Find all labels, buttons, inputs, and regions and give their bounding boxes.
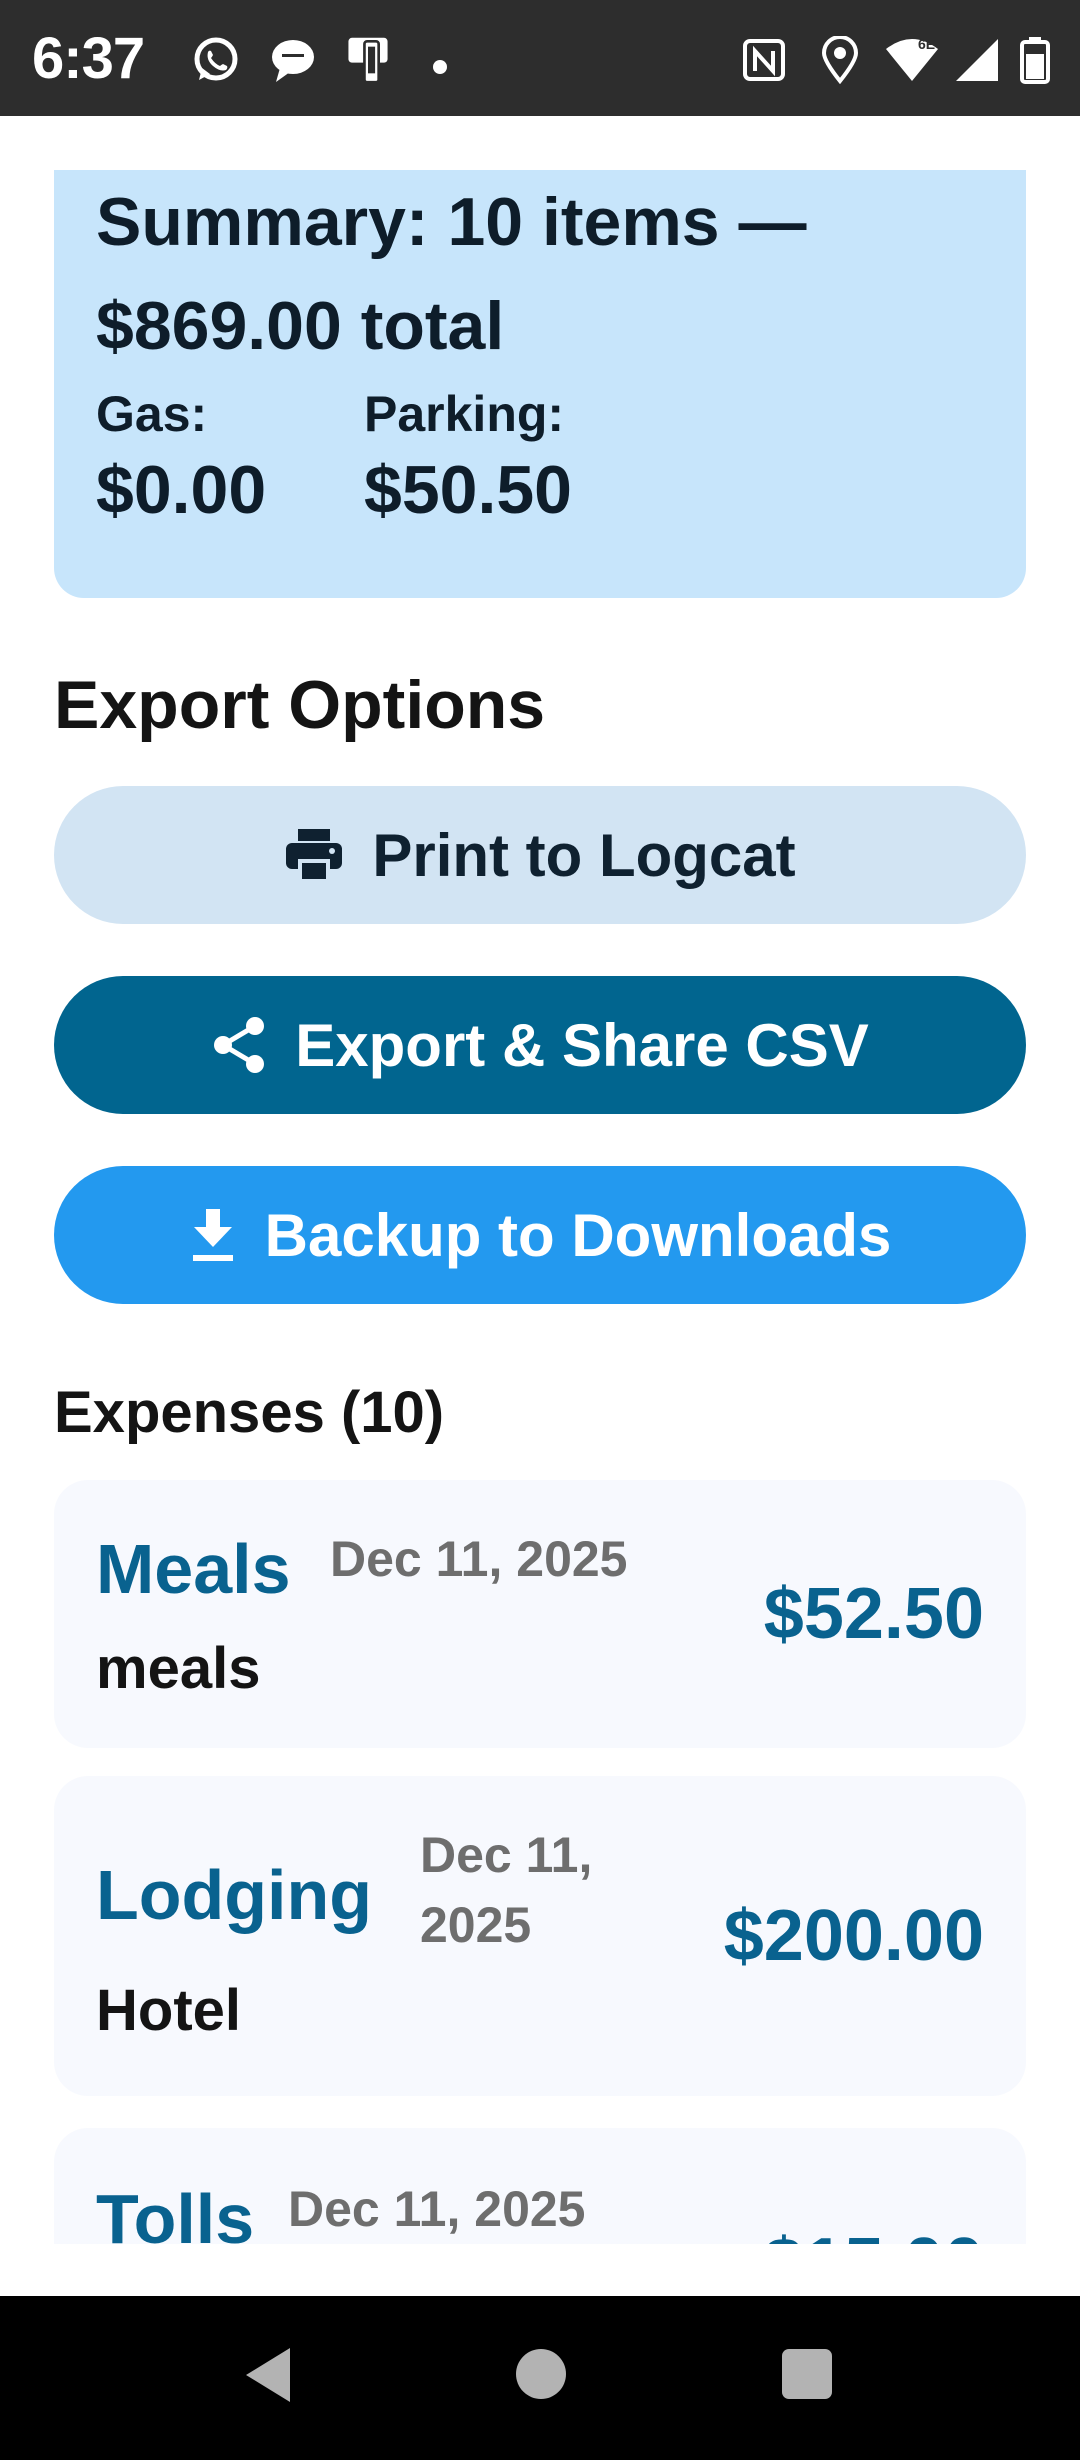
status-bar: 6:37 6E: [0, 0, 1080, 116]
chat-bubble-icon: [272, 40, 314, 82]
expense-item-lodging[interactable]: Lodging Dec 11, 2025 Hotel $200.00: [54, 1776, 1026, 2096]
wifi-badge: 6E: [918, 36, 935, 52]
signal-icon: [956, 39, 998, 81]
navigation-bar: [0, 2296, 1080, 2460]
print-to-logcat-button[interactable]: Print to Logcat: [54, 786, 1026, 924]
expense-date: Dec 11, 2025: [420, 1827, 593, 1953]
battery-icon: [1020, 37, 1050, 84]
expense-date: Dec 11, 2025: [330, 1531, 628, 1587]
dot-icon: [433, 60, 447, 74]
gas-stat: Gas: $0.00: [96, 386, 266, 530]
summary-title: Summary: 10 items — $869.00 total: [96, 184, 807, 364]
export-share-csv-label: Export & Share CSV: [295, 1011, 869, 1079]
expense-description: meals: [96, 1636, 261, 1701]
parking-label: Parking:: [364, 386, 565, 442]
gas-value: $0.00: [96, 452, 267, 528]
download-icon: [192, 1209, 233, 1261]
expense-category: Tolls: [96, 2180, 255, 2244]
summary-card: Summary: 10 items — $869.00 total Gas: $…: [54, 170, 1026, 598]
expense-amount: $52.50: [763, 1574, 984, 1654]
backup-to-downloads-button[interactable]: Backup to Downloads: [54, 1166, 1026, 1304]
parking-value: $50.50: [364, 452, 572, 528]
back-icon[interactable]: [242, 2346, 292, 2404]
expense-description: Hotel: [96, 1978, 241, 2043]
home-icon[interactable]: [516, 2349, 566, 2399]
status-time: 6:37: [32, 26, 145, 91]
nfc-icon: [743, 39, 785, 81]
recents-icon[interactable]: [782, 2349, 832, 2399]
print-to-logcat-label: Print to Logcat: [372, 821, 796, 889]
print-icon: [286, 829, 343, 881]
device-notification-icon: [348, 37, 388, 84]
parking-stat: Parking: $50.50: [364, 386, 572, 530]
location-icon: [822, 36, 858, 84]
expense-category: Lodging: [96, 1856, 373, 1934]
expense-item-tolls[interactable]: Tolls Dec 11, 2025 $15.00: [54, 2128, 1026, 2244]
expense-amount: $15.00: [764, 2228, 984, 2244]
expense-amount: $200.00: [723, 1896, 984, 1976]
share-icon: [214, 1017, 265, 1073]
gas-label: Gas:: [96, 386, 208, 442]
scroll-content[interactable]: Summary: 10 items — $869.00 total Gas: $…: [0, 116, 1080, 2244]
export-options-title: Export Options: [54, 667, 546, 743]
whatsapp-icon: [194, 37, 238, 81]
expenses-title: Expenses (10): [54, 1380, 445, 1445]
backup-to-downloads-label: Backup to Downloads: [264, 1201, 892, 1269]
export-share-csv-button[interactable]: Export & Share CSV: [54, 976, 1026, 1114]
expense-category: Meals: [96, 1530, 291, 1608]
expense-date: Dec 11, 2025: [288, 2181, 586, 2237]
expense-item-meals[interactable]: Meals Dec 11, 2025 meals $52.50: [54, 1480, 1026, 1748]
wifi-icon: 6E: [886, 36, 938, 81]
